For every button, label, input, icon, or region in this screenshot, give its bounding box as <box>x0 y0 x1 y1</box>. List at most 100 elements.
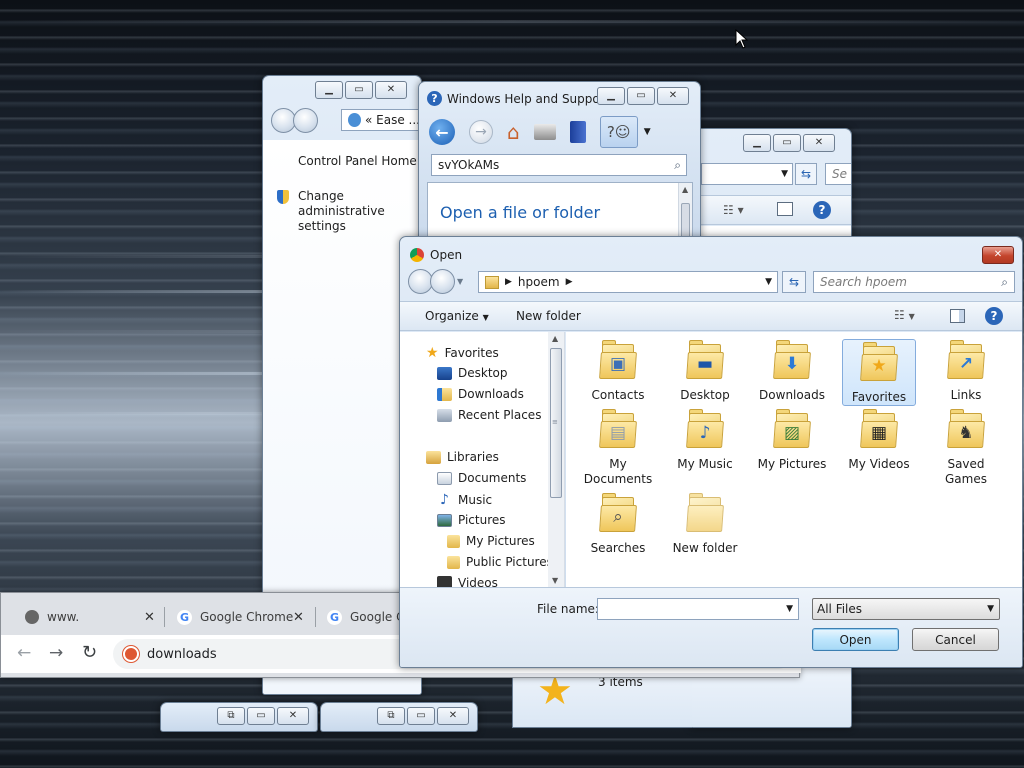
chrome-tab-3[interactable]: G Google C <box>317 597 401 637</box>
folder-saved-games[interactable]: ♞ Saved Games <box>929 409 1003 486</box>
folder-desktop[interactable]: ▬ Desktop <box>668 340 742 406</box>
explorer-toolbar: ☷ ▾ ? <box>691 195 851 225</box>
close-button[interactable]: ✕ <box>375 81 407 99</box>
maximize-button[interactable]: ▭ <box>345 81 373 99</box>
sidebar-link-admin-settings[interactable]: Change administrative settings <box>298 189 388 234</box>
print-icon[interactable] <box>533 124 556 140</box>
preview-pane-icon[interactable] <box>950 309 965 323</box>
breadcrumb-hpoem[interactable]: hpoem <box>518 275 560 289</box>
close-tab-icon[interactable]: ✕ <box>144 610 155 625</box>
folder-contacts[interactable]: ▣ Contacts <box>581 340 655 406</box>
forward-icon[interactable]: → <box>49 643 63 663</box>
sidebar-link-home[interactable]: Control Panel Home <box>298 154 417 168</box>
explorer-address-bar[interactable]: ▼ <box>701 163 793 185</box>
folder-favorites[interactable]: ★ Favorites <box>842 339 916 406</box>
new-folder-button[interactable]: New folder <box>516 309 581 323</box>
options-dropdown-icon[interactable]: ▼ <box>644 127 651 137</box>
folder-my-documents[interactable]: ▤ My Documents <box>581 409 655 486</box>
videos-folder-icon: ▦ <box>860 409 898 449</box>
favorites-folder-icon: ★ <box>860 342 898 382</box>
forward-arrow-icon[interactable]: → <box>469 120 493 144</box>
nav-scrollbar[interactable]: ▲ ≡ ▼ <box>548 332 564 587</box>
nav-recent-places[interactable]: Recent Places <box>437 408 541 422</box>
close-tab-icon[interactable]: ✕ <box>293 610 304 625</box>
cancel-button[interactable]: Cancel <box>912 628 999 651</box>
folder-new-folder[interactable]: New folder <box>668 493 742 559</box>
back-icon[interactable]: ← <box>17 643 31 663</box>
open-button[interactable]: Open <box>812 628 899 651</box>
close-button[interactable]: ✕ <box>277 707 309 725</box>
breadcrumb[interactable]: Ease ... <box>376 113 420 127</box>
dialog-search-input[interactable]: Search hpoem ⌕ <box>813 271 1015 293</box>
maximize-button[interactable]: ▭ <box>407 707 435 725</box>
control-panel-address-bar[interactable]: « Ease ... <box>341 109 421 131</box>
file-name-input[interactable]: ▼ <box>597 598 799 620</box>
minimize-button[interactable]: ▁ <box>315 81 343 99</box>
folder-links[interactable]: ↗ Links <box>929 340 1003 406</box>
refresh-button[interactable]: ⇆ <box>782 271 806 293</box>
globe-icon <box>25 610 39 624</box>
file-type-select[interactable]: All Files ▼ <box>812 598 1000 620</box>
minimize-button[interactable]: ▁ <box>743 134 771 152</box>
help-icon[interactable]: ? <box>985 307 1003 325</box>
maximize-button[interactable]: ▭ <box>773 134 801 152</box>
breadcrumb-overflow[interactable]: « <box>365 113 372 127</box>
reload-icon[interactable]: ↻ <box>82 642 97 663</box>
breadcrumb-arrow-icon[interactable]: ▶ <box>566 277 573 287</box>
close-button[interactable]: ✕ <box>437 707 469 725</box>
chrome-tab-2[interactable]: G Google Chrome ✕ <box>165 597 315 637</box>
chrome-tab-1[interactable]: www. ✕ <box>11 597 161 637</box>
restore-button[interactable]: ⧉ <box>217 707 245 725</box>
nav-libraries[interactable]: Libraries <box>426 450 499 464</box>
downloads-icon <box>437 387 452 401</box>
folder-searches[interactable]: ⌕ Searches <box>581 493 655 559</box>
control-panel-icon <box>348 113 361 127</box>
forward-button[interactable] <box>430 269 455 294</box>
chevron-down-icon[interactable]: ▼ <box>786 604 793 614</box>
help-icon[interactable]: ? <box>813 201 831 219</box>
forward-button[interactable] <box>293 108 318 133</box>
navigation-pane: ★ Favorites Desktop Downloads Recent Plac… <box>400 332 565 588</box>
uac-shield-icon <box>277 190 289 204</box>
chevron-down-icon[interactable]: ▼ <box>781 169 788 179</box>
folder-my-music[interactable]: ♪ My Music <box>668 409 742 475</box>
explorer-search-input[interactable]: Se <box>825 163 851 185</box>
close-button[interactable]: ✕ <box>657 87 689 105</box>
dialog-address-bar[interactable]: ▶ hpoem ▶ ▼ <box>478 271 778 293</box>
maximize-button[interactable]: ▭ <box>247 707 275 725</box>
recent-pages-icon[interactable]: ▼ <box>457 277 463 286</box>
nav-public-pictures[interactable]: Public Pictures <box>447 555 553 569</box>
folder-my-videos[interactable]: ▦ My Videos <box>842 409 916 475</box>
restore-button[interactable]: ⧉ <box>377 707 405 725</box>
nav-downloads[interactable]: Downloads <box>437 387 524 401</box>
nav-pictures[interactable]: Pictures <box>437 513 506 527</box>
minimized-window-1[interactable]: ⧉ ▭ ✕ <box>160 702 318 732</box>
close-button[interactable]: ✕ <box>982 246 1014 264</box>
search-icon[interactable]: ⌕ <box>1001 275 1008 290</box>
folder-downloads[interactable]: ⬇ Downloads <box>755 340 829 406</box>
maximize-button[interactable]: ▭ <box>627 87 655 105</box>
nav-my-pictures[interactable]: My Pictures <box>447 534 535 548</box>
breadcrumb-arrow-icon[interactable]: ▶ <box>505 277 512 287</box>
address-dropdown-icon[interactable]: ▼ <box>765 277 772 287</box>
views-icon[interactable]: ☷ ▼ <box>894 308 915 322</box>
preview-pane-icon[interactable] <box>777 202 793 216</box>
views-icon[interactable]: ☷ ▾ <box>723 203 744 217</box>
nav-music[interactable]: ♪ Music <box>437 492 492 508</box>
organize-button[interactable]: Organize ▼ <box>425 309 489 323</box>
search-icon[interactable]: ⌕ <box>674 158 681 173</box>
nav-desktop[interactable]: Desktop <box>437 366 508 380</box>
help-search-input[interactable]: svYOkAMs ⌕ <box>431 154 687 176</box>
minimized-window-2[interactable]: ⧉ ▭ ✕ <box>320 702 478 732</box>
browse-help-icon[interactable] <box>569 121 586 143</box>
nav-documents[interactable]: Documents <box>437 471 526 485</box>
dialog-title: Open <box>430 248 463 262</box>
minimize-button[interactable]: ▁ <box>597 87 625 105</box>
home-icon[interactable]: ⌂ <box>507 120 520 144</box>
folder-my-pictures[interactable]: ▨ My Pictures <box>755 409 829 475</box>
refresh-icon[interactable]: ⇆ <box>795 163 817 185</box>
close-button[interactable]: ✕ <box>803 134 835 152</box>
nav-favorites[interactable]: ★ Favorites <box>426 345 499 361</box>
back-arrow-icon[interactable]: ← <box>429 119 455 145</box>
ask-icon[interactable]: ?☺ <box>599 116 638 148</box>
